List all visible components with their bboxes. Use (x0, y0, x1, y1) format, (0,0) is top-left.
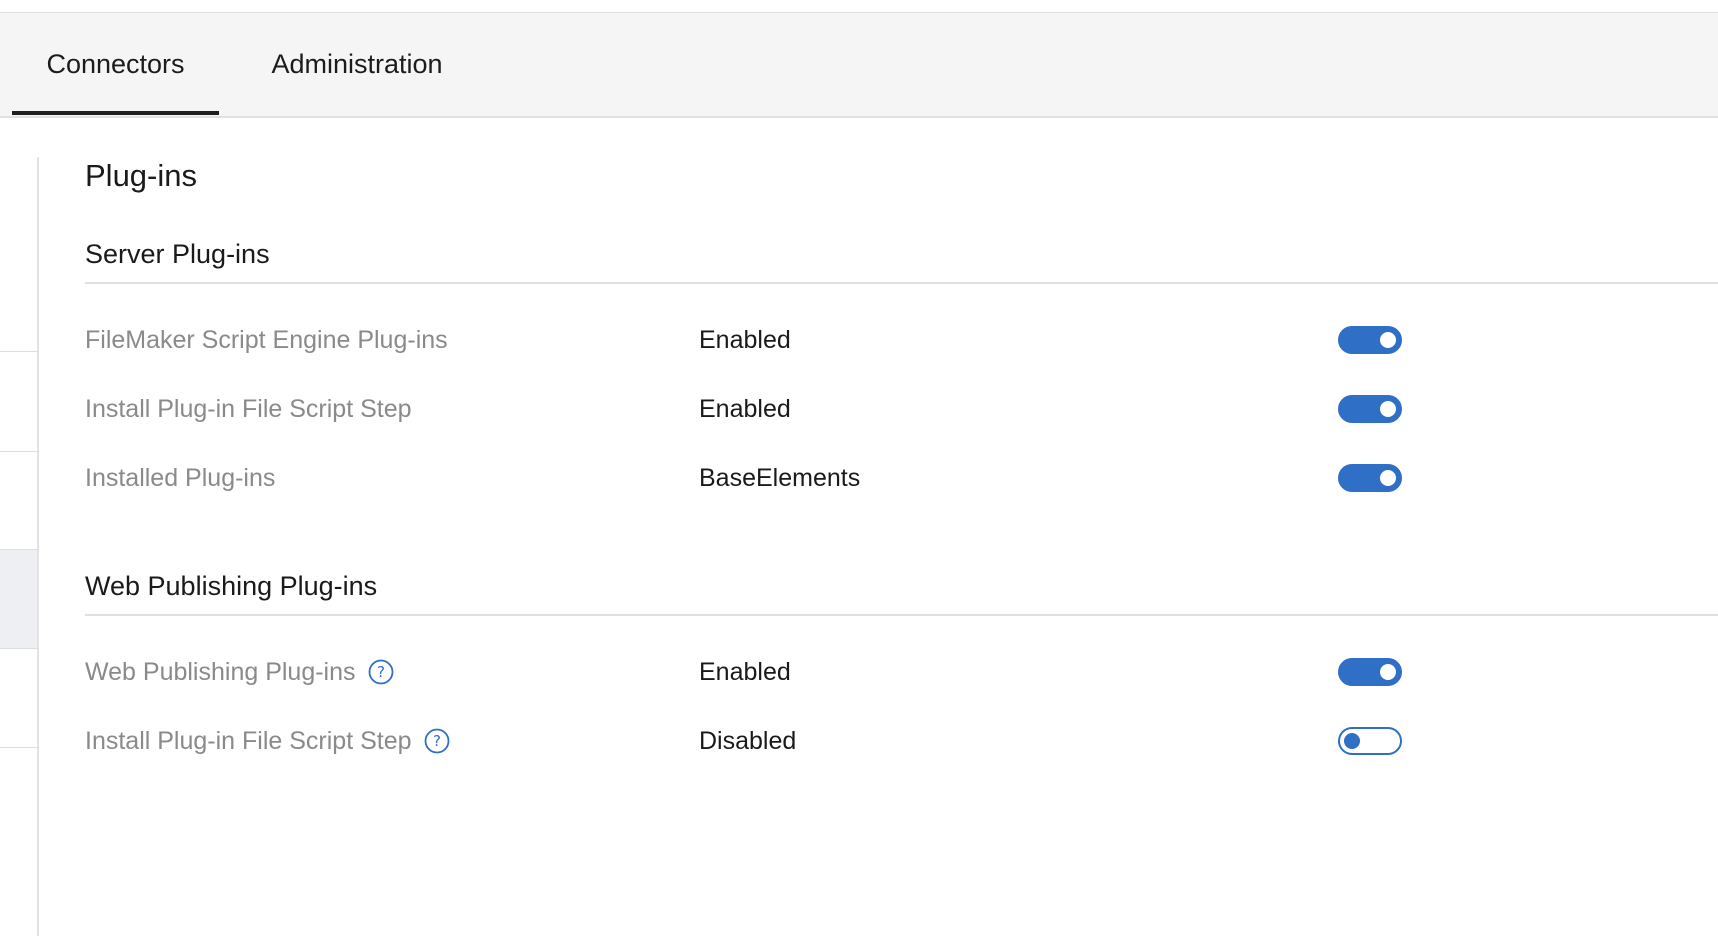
toggle-knob (1344, 733, 1360, 749)
help-circle-icon[interactable]: ? (368, 659, 394, 685)
section-divider (85, 282, 1718, 284)
setting-value: Enabled (699, 657, 791, 686)
section-title-web-publishing-plugins: Web Publishing Plug-ins (85, 571, 378, 601)
side-nav-divider (37, 157, 39, 936)
svg-text:?: ? (377, 663, 385, 681)
setting-label-text: Web Publishing Plug-ins (85, 657, 356, 686)
setting-row: FileMaker Script Engine Plug-ins Enabled (85, 318, 1718, 362)
setting-value: Enabled (699, 394, 791, 423)
section-divider (85, 614, 1718, 616)
side-nav-item[interactable] (0, 351, 37, 451)
tab-administration[interactable]: Administration (252, 13, 462, 116)
setting-label: Web Publishing Plug-ins ? (85, 650, 394, 694)
toggle-knob (1380, 664, 1396, 680)
tab-bar: Connectors Administration (0, 13, 1718, 118)
side-nav-item[interactable] (0, 747, 37, 936)
toggle-switch[interactable] (1338, 326, 1402, 354)
toggle-knob (1380, 470, 1396, 486)
side-nav-item[interactable] (0, 451, 37, 549)
setting-label-text: Install Plug-in File Script Step (85, 726, 412, 755)
toggle-knob (1380, 332, 1396, 348)
setting-value: BaseElements (699, 463, 861, 492)
section-title-server-plugins: Server Plug-ins (85, 239, 270, 269)
toggle-knob (1380, 401, 1396, 417)
setting-label: Installed Plug-ins (85, 463, 276, 492)
svg-text:?: ? (433, 732, 441, 750)
page-title: Plug-ins (85, 158, 197, 193)
setting-label: Install Plug-in File Script Step (85, 394, 412, 423)
setting-value: Enabled (699, 325, 791, 354)
side-nav-item[interactable] (0, 648, 37, 747)
tab-connectors[interactable]: Connectors (12, 13, 219, 116)
window-top-strip (0, 0, 1718, 13)
setting-row: Install Plug-in File Script Step Enabled (85, 387, 1718, 431)
setting-row: Installed Plug-ins BaseElements (85, 456, 1718, 500)
help-circle-icon[interactable]: ? (424, 728, 450, 754)
toggle-switch[interactable] (1338, 464, 1402, 492)
setting-row: Web Publishing Plug-ins ? Enabled (85, 650, 1718, 694)
setting-label: FileMaker Script Engine Plug-ins (85, 325, 448, 354)
toggle-switch[interactable] (1338, 727, 1402, 755)
toggle-switch[interactable] (1338, 658, 1402, 686)
toggle-switch[interactable] (1338, 395, 1402, 423)
active-tab-indicator (12, 111, 219, 115)
setting-label: Install Plug-in File Script Step ? (85, 719, 450, 763)
setting-value: Disabled (699, 726, 797, 755)
setting-row: Install Plug-in File Script Step ? Disab… (85, 719, 1718, 763)
side-nav-item-active[interactable] (0, 549, 37, 648)
